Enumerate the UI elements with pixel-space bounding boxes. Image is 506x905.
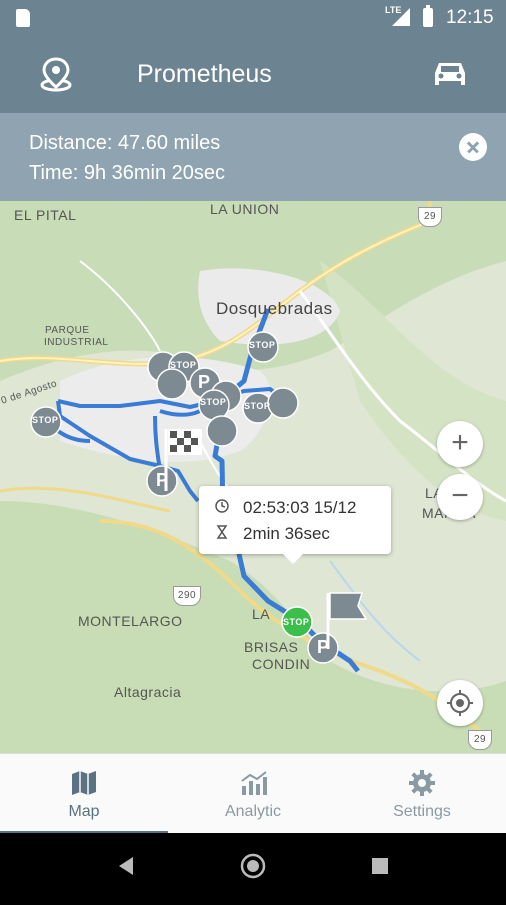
place-label: MONTELARGO (78, 613, 183, 629)
my-location-button[interactable] (437, 680, 483, 726)
nav-label: Analytic (224, 803, 282, 820)
place-label: Altagracia (114, 684, 182, 700)
system-navigation-bar (0, 833, 506, 900)
place-label: CONDIN (252, 656, 311, 672)
parking-marker-label: P (156, 470, 169, 490)
nav-label: Map (68, 803, 100, 820)
bottom-navigation: Map Analytic Settings (0, 753, 506, 834)
place-label: PARQUE (45, 325, 90, 336)
crosshair-icon (447, 690, 473, 716)
recents-icon[interactable] (372, 858, 388, 874)
popup-datetime-row: 02:53:03 15/12 (215, 498, 356, 518)
stop-info-popup[interactable]: 02:53:03 15/12 2min 36sec (199, 486, 391, 564)
stop-marker-label: STOP (200, 397, 227, 407)
stop-marker-label: STOP (249, 340, 276, 350)
battery-icon (423, 5, 433, 27)
car-icon[interactable] (430, 57, 470, 91)
home-icon[interactable] (240, 853, 266, 879)
time-text: Time: 9h 36min 20sec (29, 162, 226, 184)
location-pin-icon[interactable] (36, 55, 76, 95)
popup-duration: 2min 36sec (243, 524, 330, 543)
zoom-in-button[interactable]: + (437, 421, 483, 467)
chart-icon (241, 771, 267, 795)
parking-marker-label: P (198, 372, 211, 392)
app-title: Prometheus (137, 60, 272, 88)
map-view[interactable]: STOP STOP STOP STOP STOP STOP P P P EL P… (0, 201, 506, 753)
app-toolbar: Prometheus (0, 35, 506, 113)
nav-label: Settings (393, 803, 451, 820)
place-label: Dosquebradas (216, 299, 333, 318)
gear-icon (409, 770, 435, 796)
nav-tab-map[interactable]: Map (0, 754, 168, 834)
place-label: INDUSTRIAL (44, 337, 109, 348)
popup-datetime: 02:53:03 15/12 (243, 498, 357, 517)
nav-tab-settings[interactable]: Settings (338, 754, 506, 834)
stop-marker-label: STOP (32, 415, 59, 425)
highway-shield: 29 (418, 207, 442, 227)
popup-duration-row: 2min 36sec (215, 524, 330, 544)
stop-marker-label: STOP (170, 360, 197, 370)
close-button[interactable] (459, 133, 487, 161)
place-label: BRISAS (244, 639, 299, 655)
clock-icon (215, 498, 231, 518)
status-time: 12:15 (446, 7, 494, 28)
sd-card-icon (16, 9, 30, 27)
stop-marker-label: STOP (283, 617, 310, 627)
nav-tab-analytic[interactable]: Analytic (169, 754, 337, 834)
signal-icon (392, 8, 410, 26)
place-label: LA UNION (210, 201, 280, 217)
parking-marker-label: P (317, 637, 330, 657)
place-label: LA (252, 606, 271, 622)
back-icon[interactable] (119, 857, 133, 875)
place-label: EL PITAL (14, 207, 77, 223)
hourglass-icon (215, 524, 231, 544)
trip-summary: Distance: 47.60 miles Time: 9h 36min 20s… (0, 113, 506, 201)
highway-shield: 290 (173, 586, 201, 606)
status-bar: LTE 12:15 (0, 0, 506, 35)
distance-text: Distance: 47.60 miles (29, 132, 221, 154)
highway-shield: 29 (468, 730, 492, 750)
stop-marker-label: STOP (244, 401, 271, 411)
zoom-out-button[interactable]: − (437, 474, 483, 520)
map-icon (72, 771, 96, 795)
